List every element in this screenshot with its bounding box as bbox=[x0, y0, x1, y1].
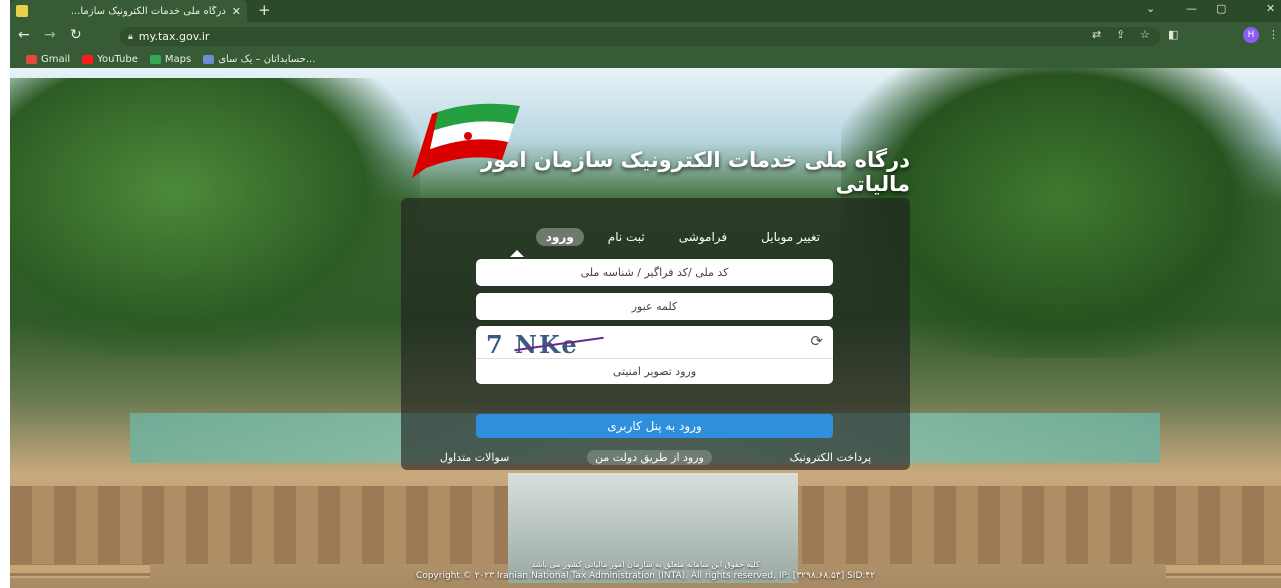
share-icon[interactable]: ⇪ bbox=[1116, 28, 1125, 41]
translate-icon[interactable]: ⇄ bbox=[1092, 28, 1101, 41]
login-submit-button[interactable]: ورود به پنل کاربری bbox=[476, 414, 833, 438]
browser-menu-icon[interactable]: ⋮ bbox=[1268, 28, 1279, 41]
garden-background bbox=[10, 78, 420, 358]
captcha-box: 7 NKe ⟳ ورود تصویر امنیتی bbox=[476, 326, 833, 384]
browser-tab[interactable]: درگاه ملی خدمات الکترونیک سازما... ✕ bbox=[10, 0, 247, 22]
password-input[interactable]: کلمه عبور bbox=[476, 293, 833, 320]
copyright-fa: کلیه حقوق این سامانه متعلق به سازمان امو… bbox=[531, 560, 760, 569]
dolat-man-login-link[interactable]: ورود از طریق دولت من bbox=[586, 449, 712, 465]
bookmark-label: Gmail bbox=[41, 53, 71, 65]
bookmark-accounting[interactable]: حسابداتان – یک سای... bbox=[203, 54, 315, 65]
captcha-image: 7 NKe bbox=[486, 330, 604, 359]
address-bar[interactable]: 🔒︎ my.tax.gov.ir bbox=[120, 27, 1160, 46]
panel-footer-links: پرداخت الکترونیک ورود از طریق دولت من سو… bbox=[401, 446, 910, 468]
site-favicon-icon bbox=[16, 5, 28, 17]
close-window-button[interactable]: ✕ bbox=[1266, 2, 1275, 15]
tax-portal-page: درگاه ملی خدمات الکترونیک سازمان امور ما… bbox=[10, 68, 1281, 588]
tab-forgot[interactable]: فراموشی bbox=[669, 228, 737, 246]
tab-change-mobile[interactable]: تغییر موبایل bbox=[751, 228, 830, 246]
bookmark-label: حسابداتان – یک سای... bbox=[218, 53, 316, 65]
new-tab-button[interactable]: + bbox=[258, 1, 271, 19]
side-panel-icon[interactable]: ◧ bbox=[1168, 28, 1178, 41]
bookmark-maps[interactable]: Maps bbox=[149, 53, 192, 65]
tab-login[interactable]: ورود bbox=[535, 228, 584, 246]
electronic-payment-link[interactable]: پرداخت الکترونیک bbox=[790, 451, 872, 464]
username-input[interactable]: کد ملی /کد فراگیر / شناسه ملی bbox=[476, 259, 833, 286]
reload-icon[interactable]: ↻ bbox=[70, 27, 82, 43]
bookmark-label: Maps bbox=[164, 53, 192, 65]
page-footer: کلیه حقوق این سامانه متعلق به سازمان امو… bbox=[10, 560, 1281, 581]
login-panel: ورود ثبت نام فراموشی تغییر موبایل کد ملی… bbox=[401, 198, 910, 470]
active-tab-indicator bbox=[510, 250, 524, 257]
browser-tab-title: درگاه ملی خدمات الکترونیک سازما... bbox=[70, 5, 226, 17]
login-tabs: ورود ثبت نام فراموشی تغییر موبایل bbox=[535, 228, 830, 246]
tab-register[interactable]: ثبت نام bbox=[598, 228, 655, 246]
maps-icon bbox=[149, 54, 161, 64]
profile-avatar[interactable]: H bbox=[1243, 27, 1259, 43]
refresh-captcha-icon[interactable]: ⟳ bbox=[810, 332, 823, 350]
youtube-icon bbox=[82, 54, 94, 64]
copyright-en: Copyright © ۲۰۲۳ Iranian National Tax Ad… bbox=[415, 571, 876, 581]
browser-tab-strip: درگاه ملی خدمات الکترونیک سازما... ✕ + ⌄… bbox=[10, 0, 1281, 22]
faq-link[interactable]: سوالات متداول bbox=[440, 451, 509, 464]
address-bar-url: my.tax.gov.ir bbox=[138, 30, 210, 43]
bookmark-label: YouTube bbox=[97, 53, 138, 65]
tab-search-icon[interactable]: ⌄ bbox=[1146, 2, 1155, 15]
bookmark-gmail[interactable]: Gmail bbox=[26, 54, 70, 65]
captcha-input[interactable]: ورود تصویر امنیتی bbox=[476, 358, 833, 384]
browser-toolbar: ← → ↻ 🔒︎ my.tax.gov.ir ⇄ ⇪ ☆ ◧ H ⋮ bbox=[10, 22, 1281, 50]
restore-button[interactable]: ▢ bbox=[1216, 2, 1226, 15]
minimize-button[interactable]: — bbox=[1186, 2, 1197, 15]
bookmark-star-icon[interactable]: ☆ bbox=[1140, 28, 1150, 41]
lock-icon: 🔒︎ bbox=[128, 31, 133, 42]
accounting-site-icon bbox=[203, 54, 215, 64]
bookmark-youtube[interactable]: YouTube bbox=[82, 54, 138, 65]
gmail-icon bbox=[26, 54, 37, 64]
site-title: درگاه ملی خدمات الکترونیک سازمان امور ما… bbox=[481, 148, 910, 196]
back-arrow-icon[interactable]: ← bbox=[18, 27, 30, 43]
captcha-text: 7 NKe bbox=[486, 330, 579, 359]
bookmarks-bar: Gmail YouTube Maps حسابداتان – یک سای... bbox=[10, 50, 1281, 68]
forward-arrow-icon[interactable]: → bbox=[44, 27, 56, 43]
close-tab-icon[interactable]: ✕ bbox=[232, 5, 241, 18]
